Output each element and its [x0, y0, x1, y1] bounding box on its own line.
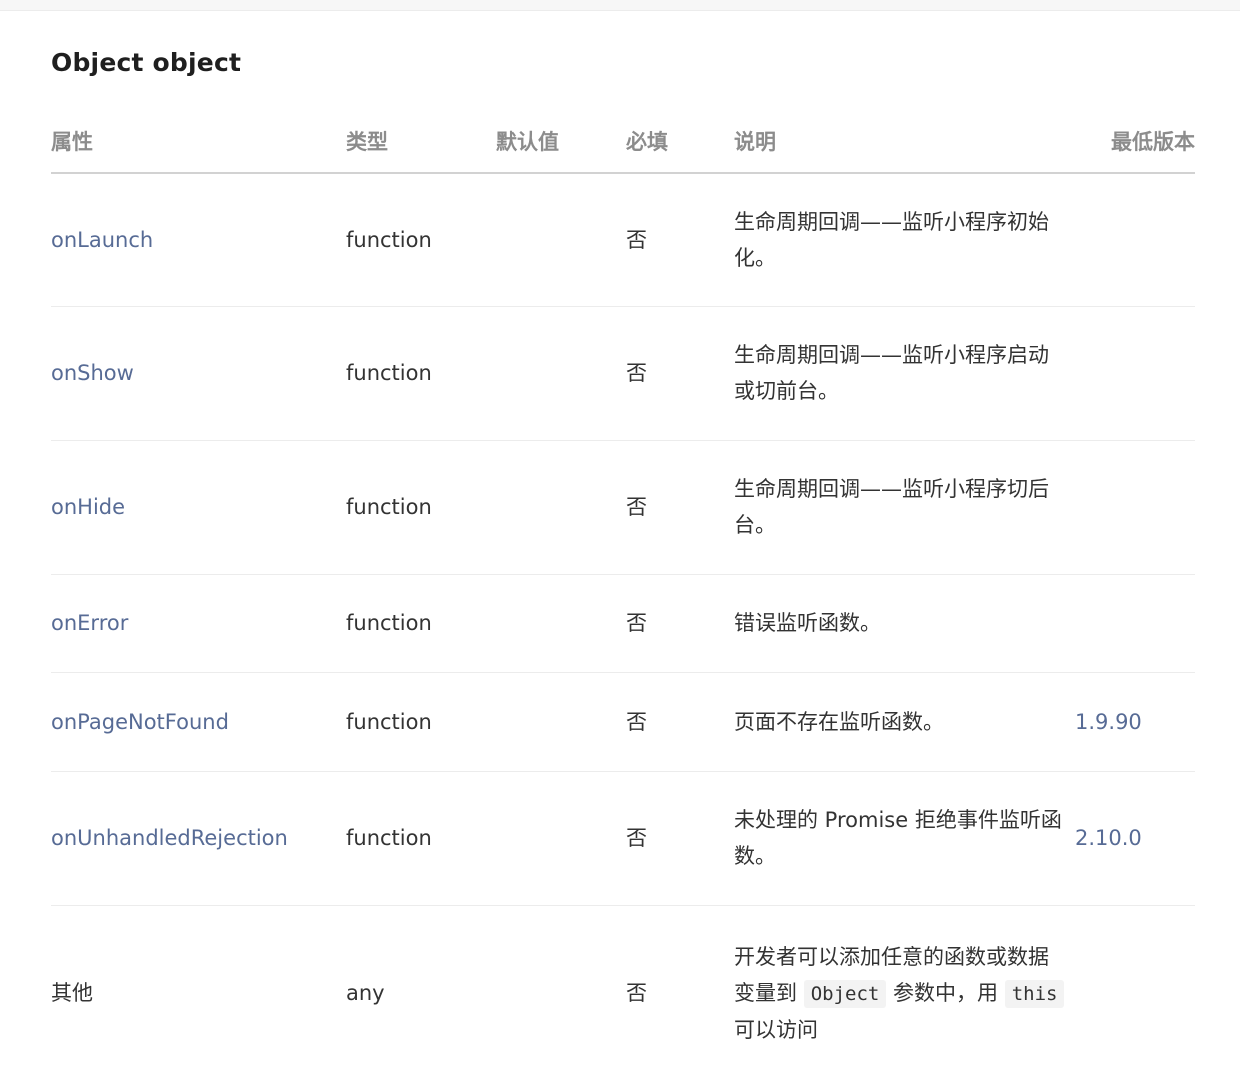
desc-cell: 生命周期回调——监听小程序初始化。 [734, 173, 1074, 307]
required-cell: 否 [626, 981, 647, 1006]
header-type: 类型 [346, 110, 496, 174]
object-properties-table: 属性 类型 默认值 必填 说明 最低版本 onLaunch function 否… [51, 110, 1195, 1081]
type-cell: any [346, 981, 385, 1006]
required-cell: 否 [626, 306, 734, 441]
default-cell [496, 306, 626, 441]
desc-text: 开发者可以添加任意的函数或数据变量到 [734, 944, 1049, 1005]
default-cell [496, 574, 626, 673]
header-required: 必填 [626, 110, 734, 174]
version-link[interactable]: 1.9.90 [1074, 672, 1195, 772]
required-cell: 否 [626, 173, 734, 307]
version-cell [1074, 905, 1195, 1081]
desc-cell: 页面不存在监听函数。 [734, 672, 1074, 772]
attr-link[interactable]: onLaunch [51, 173, 346, 307]
attr-link[interactable]: onHide [51, 440, 346, 575]
attr-link[interactable]: onError [51, 574, 346, 673]
type-cell: function [346, 574, 496, 673]
type-cell: function [346, 440, 496, 575]
table-row: onPageNotFound function 否 页面不存在监听函数。 1.9… [51, 672, 1195, 772]
attr-cell: 其他 [51, 981, 93, 1006]
table-row: onError function 否 错误监听函数。 [51, 574, 1195, 673]
table-row: onLaunch function 否 生命周期回调——监听小程序初始化。 [51, 173, 1195, 307]
table-row: onHide function 否 生命周期回调——监听小程序切后台。 [51, 440, 1195, 575]
type-cell: function [346, 771, 496, 906]
inline-code-this: this [1004, 979, 1065, 1008]
attr-link[interactable]: onPageNotFound [51, 672, 346, 772]
type-cell: function [346, 306, 496, 441]
version-cell [1074, 173, 1195, 307]
required-cell: 否 [626, 771, 734, 906]
table-row: 其他 any 否 开发者可以添加任意的函数或数据变量到 Object 参数中，用… [51, 905, 1195, 1081]
table-header-row: 属性 类型 默认值 必填 说明 最低版本 [51, 110, 1195, 174]
version-link[interactable]: 2.10.0 [1074, 771, 1195, 906]
header-desc: 说明 [734, 110, 1074, 174]
desc-text: 可以访问 [734, 1017, 818, 1042]
desc-cell: 错误监听函数。 [734, 574, 1074, 673]
required-cell: 否 [626, 672, 734, 772]
header-attr: 属性 [51, 110, 346, 174]
inline-code-object: Object [803, 979, 887, 1008]
default-cell [496, 440, 626, 575]
attr-link[interactable]: onUnhandledRejection [51, 771, 346, 906]
type-cell: function [346, 173, 496, 307]
desc-cell: 未处理的 Promise 拒绝事件监听函数。 [734, 771, 1074, 906]
default-cell [496, 905, 626, 1081]
desc-text: 参数中，用 [893, 980, 999, 1005]
table-row: onShow function 否 生命周期回调——监听小程序启动或切前台。 [51, 306, 1195, 441]
required-cell: 否 [626, 574, 734, 673]
top-bar [0, 0, 1240, 11]
version-cell [1074, 574, 1195, 673]
header-default: 默认值 [496, 110, 626, 174]
type-cell: function [346, 672, 496, 772]
desc-cell: 开发者可以添加任意的函数或数据变量到 Object 参数中，用 this 可以访… [734, 905, 1074, 1081]
header-version: 最低版本 [1074, 110, 1195, 174]
desc-cell: 生命周期回调——监听小程序启动或切前台。 [734, 306, 1074, 441]
required-cell: 否 [626, 440, 734, 575]
section-title: Object object [51, 48, 242, 77]
version-cell [1074, 440, 1195, 575]
attr-link[interactable]: onShow [51, 306, 346, 441]
version-cell [1074, 306, 1195, 441]
default-cell [496, 173, 626, 307]
default-cell [496, 672, 626, 772]
default-cell [496, 771, 626, 906]
table-row: onUnhandledRejection function 否 未处理的 Pro… [51, 771, 1195, 906]
desc-cell: 生命周期回调——监听小程序切后台。 [734, 440, 1074, 575]
